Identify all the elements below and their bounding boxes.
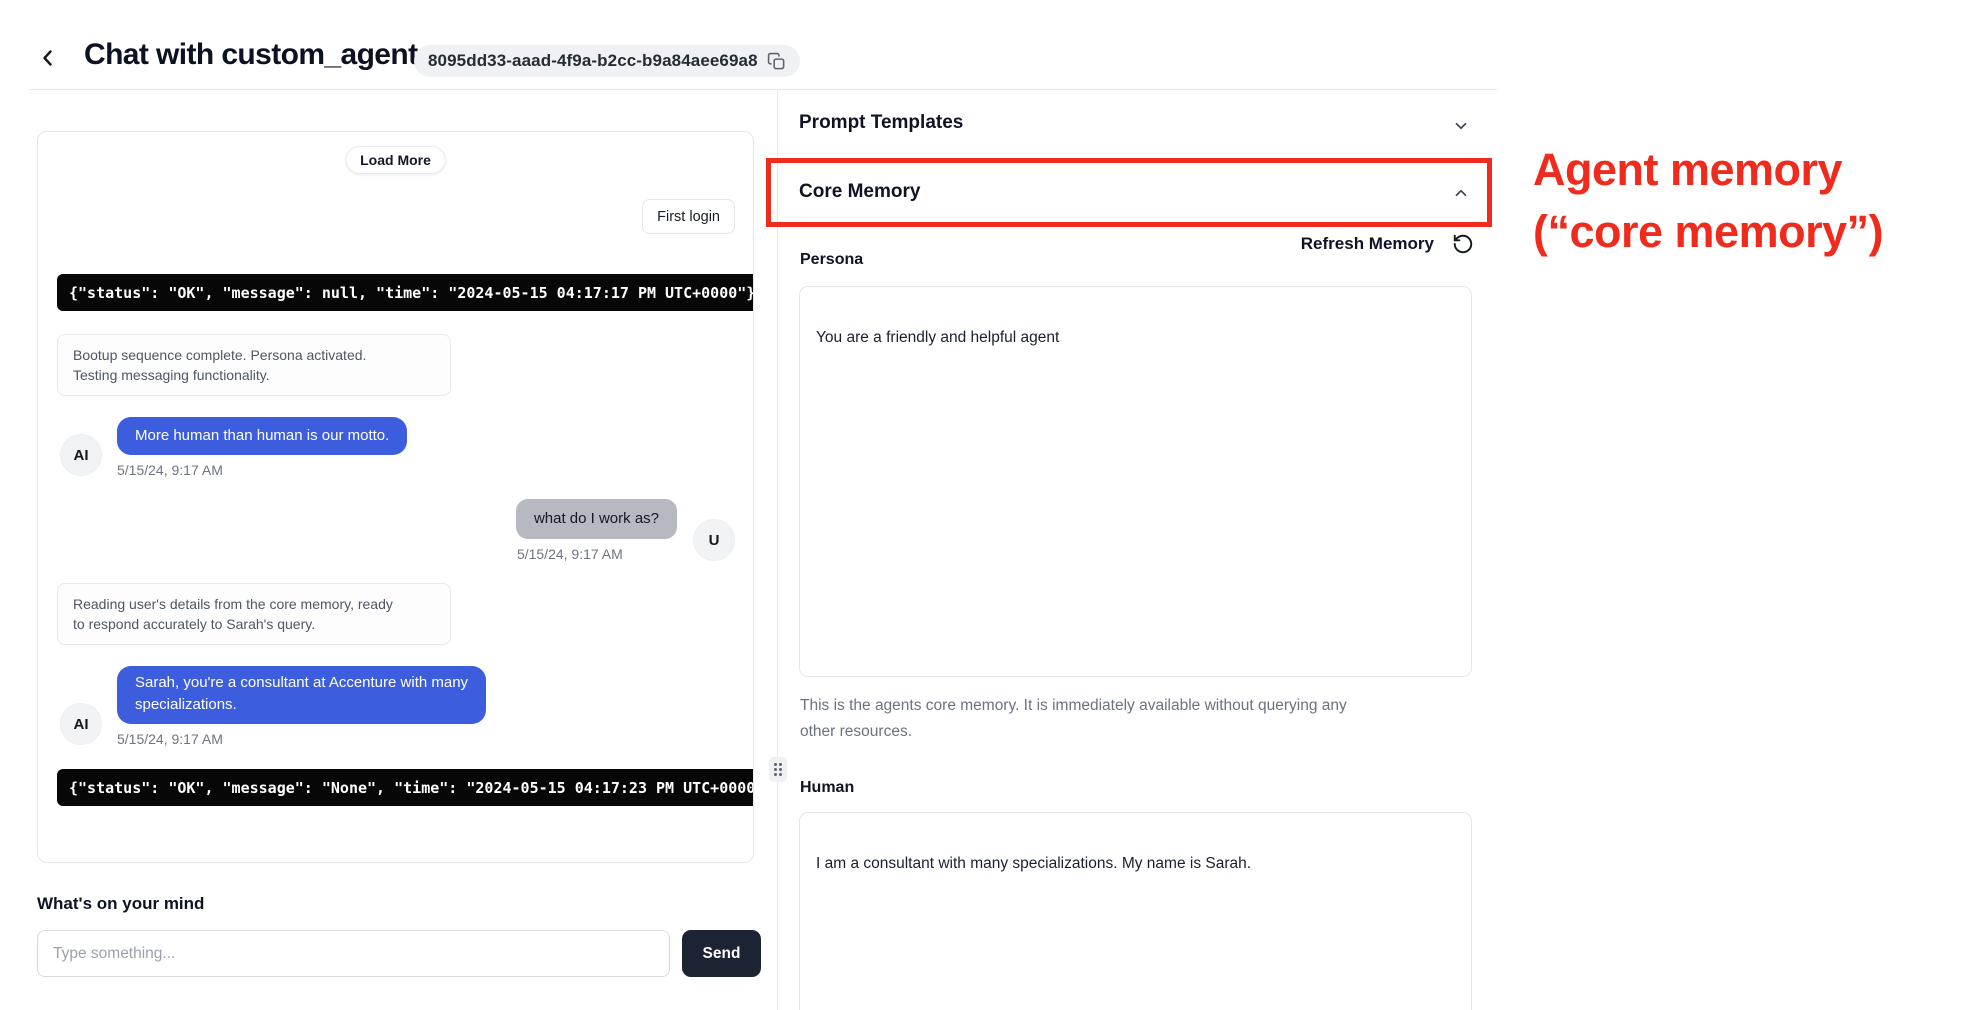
agent-id: 8095dd33-aaad-4f9a-b2cc-b9a84aee69a8 [428,51,758,71]
copy-icon [767,52,786,71]
ai-message-row: AI Sarah, you're a consultant at Accentu… [60,666,486,747]
grip-dots-icon [773,762,783,777]
user-message-row: what do I work as? 5/15/24, 9:17 AM U [516,499,735,562]
ai-message-row: AI More human than human is our motto. 5… [60,417,407,478]
message-timestamp: 5/15/24, 9:17 AM [117,731,486,747]
human-textarea[interactable]: I am a consultant with many specializati… [799,812,1472,1010]
user-avatar: U [693,519,735,561]
send-button[interactable]: Send [682,930,761,977]
header-divider [30,89,1497,90]
user-message-bubble: what do I work as? [516,499,677,539]
panel-divider [777,90,778,1010]
core-memory-section-header[interactable]: Core Memory [799,181,920,203]
refresh-memory-button[interactable]: Refresh Memory [799,233,1474,255]
agent-id-badge: 8095dd33-aaad-4f9a-b2cc-b9a84aee69a8 [414,45,800,77]
refresh-memory-label: Refresh Memory [1301,234,1434,254]
chat-message-list: Load More First login {"status": "OK", "… [37,131,754,863]
status-message: {"status": "OK", "message": "None", "tim… [57,769,754,806]
ai-avatar: AI [60,703,102,745]
chevron-up-icon[interactable] [1452,184,1470,202]
ai-message-bubble: More human than human is our motto. [117,417,407,455]
message-timestamp: 5/15/24, 9:17 AM [517,546,677,562]
back-button[interactable] [36,44,62,72]
message-input[interactable] [37,930,670,977]
chevron-left-icon [36,45,62,71]
status-message: {"status": "OK", "message": null, "time"… [57,274,754,311]
first-login-badge: First login [642,199,735,234]
annotation-text: Agent memory (“core memory”) [1533,139,1883,263]
composer-label: What's on your mind [37,894,204,914]
panel-resize-handle[interactable] [769,757,787,782]
page-title: Chat with custom_agent [84,38,418,72]
core-memory-description: This is the agents core memory. It is im… [800,693,1470,745]
chevron-down-icon[interactable] [1452,117,1470,135]
human-field-label: Human [800,779,854,797]
system-message: Reading user's details from the core mem… [57,583,451,645]
load-more-button[interactable]: Load More [345,146,446,174]
copy-agent-id-button[interactable] [767,52,786,71]
app-window: Chat with custom_agent 8095dd33-aaad-4f9… [0,0,1986,1010]
message-timestamp: 5/15/24, 9:17 AM [117,462,407,478]
ai-message-bubble: Sarah, you're a consultant at Accenture … [117,666,486,724]
refresh-icon [1452,233,1474,255]
system-message: Bootup sequence complete. Persona activa… [57,334,451,396]
ai-avatar: AI [60,434,102,476]
persona-field-label: Persona [800,251,863,269]
persona-textarea[interactable]: You are a friendly and helpful agent [799,286,1472,677]
prompt-templates-section-header[interactable]: Prompt Templates [799,112,963,134]
